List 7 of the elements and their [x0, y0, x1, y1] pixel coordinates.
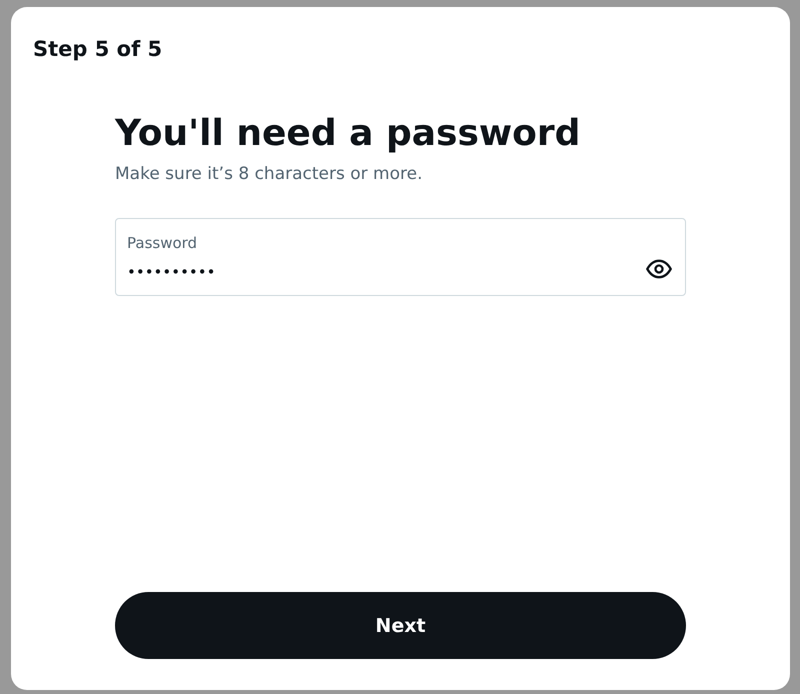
step-indicator: Step 5 of 5 [32, 36, 162, 62]
next-button[interactable]: Next [115, 592, 686, 659]
password-value[interactable]: •••••••••• [127, 263, 645, 281]
subtitle: Make sure it’s 8 characters or more. [115, 163, 422, 185]
page-title: You'll need a password [115, 112, 580, 156]
field-label: Password [127, 233, 198, 253]
password-field[interactable]: Password •••••••••• [115, 218, 686, 296]
